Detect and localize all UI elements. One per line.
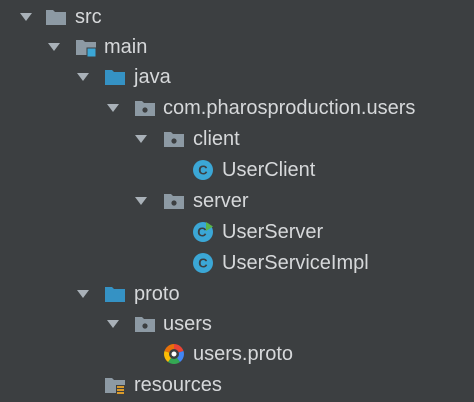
package-icon [135, 101, 155, 116]
chevron-down-icon[interactable] [134, 194, 148, 208]
source-root-folder-icon [76, 40, 97, 58]
tree-node-label: java [134, 66, 171, 88]
tree-node-label: server [193, 190, 249, 212]
tree-node-label: users [163, 313, 212, 335]
chevron-down-icon[interactable] [47, 40, 61, 54]
package-icon [164, 132, 184, 147]
tree-node-users[interactable]: users [0, 309, 474, 339]
java-class-icon: C [193, 160, 213, 180]
svg-text:C: C [197, 225, 207, 240]
chevron-down-icon[interactable] [106, 101, 120, 115]
tree-node-main[interactable]: main [0, 32, 474, 62]
project-tree: src main java com.pharosproduction.users [0, 0, 474, 402]
package-icon [135, 317, 155, 332]
tree-node-userserviceimpl[interactable]: C UserServiceImpl [0, 248, 474, 278]
tree-node-label: main [104, 36, 148, 58]
tree-node-label: client [193, 128, 240, 150]
tree-node-label: resources [134, 374, 222, 396]
package-icon [164, 194, 184, 209]
java-class-icon: C [193, 253, 213, 273]
tree-node-client[interactable]: client [0, 124, 474, 154]
tree-node-label: UserServer [222, 221, 324, 243]
source-folder-icon [105, 287, 125, 302]
chevron-down-icon[interactable] [76, 70, 90, 84]
source-folder-icon [105, 70, 125, 85]
chevron-down-icon[interactable] [76, 287, 90, 301]
tree-node-label: UserClient [222, 159, 316, 181]
tree-node-proto[interactable]: proto [0, 279, 474, 309]
svg-text:C: C [198, 163, 208, 178]
tree-node-label: com.pharosproduction.users [163, 97, 416, 119]
chevron-down-icon[interactable] [134, 132, 148, 146]
tree-node-label: proto [134, 283, 180, 305]
tree-node-label: src [75, 6, 102, 28]
tree-node-java[interactable]: java [0, 62, 474, 92]
tree-node-server[interactable]: server [0, 186, 474, 216]
protobuf-file-icon [164, 344, 184, 364]
tree-node-userclient[interactable]: C UserClient [0, 155, 474, 185]
tree-node-label: UserServiceImpl [222, 252, 369, 274]
tree-node-users-proto[interactable]: users.proto [0, 339, 474, 369]
resources-folder-icon [105, 378, 125, 395]
tree-node-resources[interactable]: resources [0, 370, 474, 400]
folder-icon [46, 10, 66, 25]
java-runnable-class-icon: C [193, 222, 213, 242]
chevron-down-icon[interactable] [19, 10, 33, 24]
chevron-down-icon[interactable] [106, 317, 120, 331]
svg-text:C: C [198, 256, 208, 271]
tree-node-userserver[interactable]: C UserServer [0, 217, 474, 247]
tree-node-package[interactable]: com.pharosproduction.users [0, 93, 474, 123]
tree-node-src[interactable]: src [0, 2, 474, 32]
tree-node-label: users.proto [193, 343, 294, 365]
